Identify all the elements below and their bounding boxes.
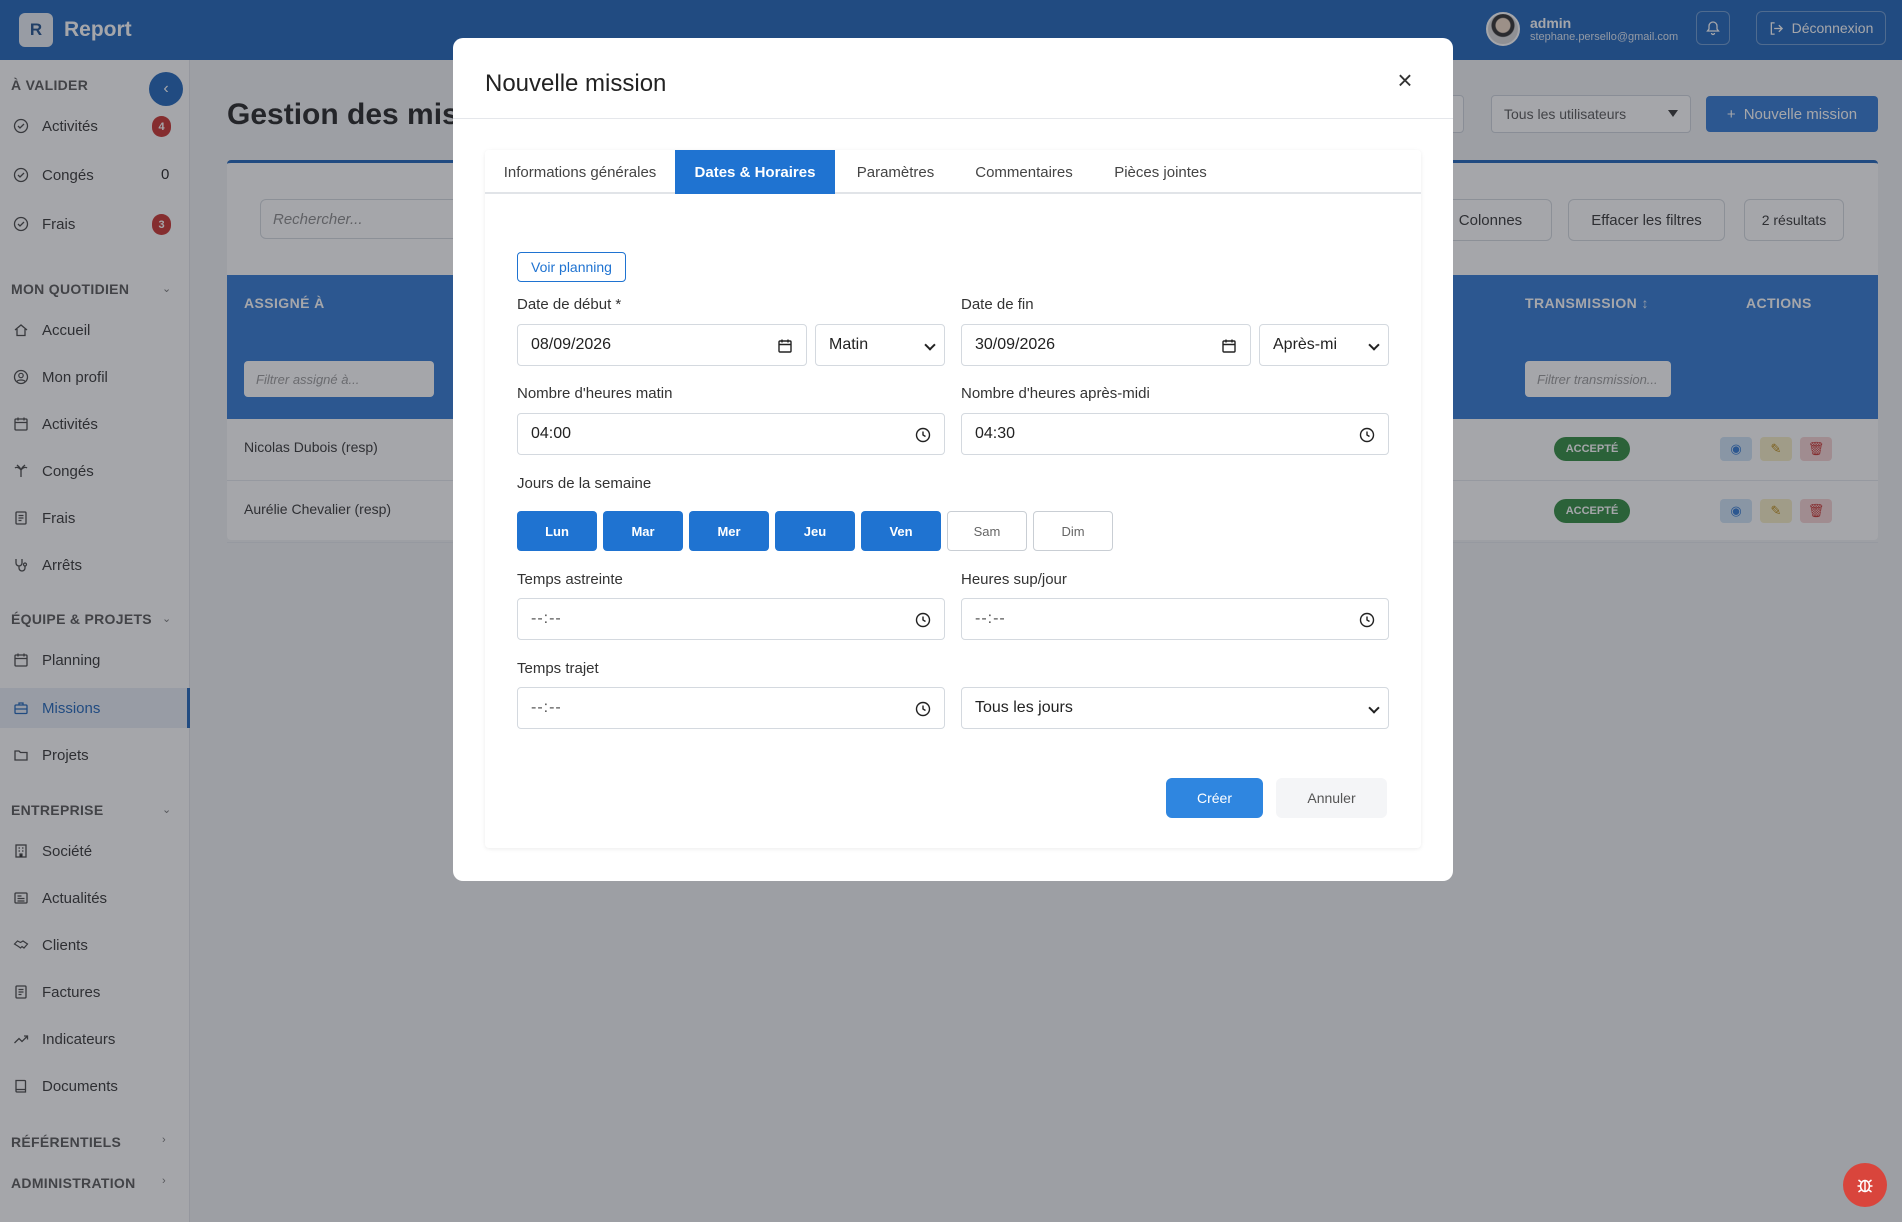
heures-apres-midi-input[interactable]: 04:30: [961, 413, 1389, 455]
temps-trajet-value: --:--: [531, 699, 562, 716]
clock-icon: [915, 701, 931, 717]
date-debut-period-select[interactable]: Matin: [815, 324, 945, 366]
temps-astreinte-input[interactable]: --:--: [517, 598, 945, 640]
frequence-select[interactable]: Tous les jours: [961, 687, 1389, 729]
modal-divider: [453, 118, 1453, 119]
cancel-button[interactable]: Annuler: [1276, 778, 1387, 818]
modal-title: Nouvelle mission: [485, 70, 667, 97]
calendar-icon: [778, 339, 792, 353]
bug-icon: [1857, 1179, 1873, 1193]
day-toggle-jeu[interactable]: Jeu: [775, 511, 855, 551]
date-fin-label: Date de fin: [961, 296, 1034, 313]
heures-matin-value: 04:00: [531, 425, 572, 442]
bug-report-button[interactable]: [1843, 1163, 1887, 1207]
create-button[interactable]: Créer: [1166, 778, 1263, 818]
heures-sup-value: --:--: [975, 610, 1006, 627]
temps-trajet-label: Temps trajet: [517, 660, 599, 677]
chevron-down-icon: [1368, 702, 1380, 714]
tab-pieces-jointes[interactable]: Pièces jointes: [1092, 150, 1229, 194]
frequence-value: Tous les jours: [975, 699, 1073, 716]
day-toggle-lun[interactable]: Lun: [517, 511, 597, 551]
date-debut-label: Date de début *: [517, 296, 622, 313]
tab-parametres[interactable]: Paramètres: [835, 150, 956, 194]
clock-icon: [915, 427, 931, 443]
tab-informations-generales[interactable]: Informations générales: [485, 150, 675, 194]
chevron-down-icon: [924, 339, 936, 351]
heures-matin-input[interactable]: 04:00: [517, 413, 945, 455]
heures-matin-label: Nombre d'heures matin: [517, 385, 673, 402]
date-debut-value: 08/09/2026: [531, 336, 612, 353]
voir-planning-button[interactable]: Voir planning: [517, 252, 626, 282]
date-debut-input[interactable]: 08/09/2026: [517, 324, 807, 366]
day-toggle-ven[interactable]: Ven: [861, 511, 941, 551]
date-fin-input[interactable]: 30/09/2026: [961, 324, 1251, 366]
clock-icon: [1359, 612, 1375, 628]
heures-sup-label: Heures sup/jour: [961, 571, 1067, 588]
day-toggle-dim[interactable]: Dim: [1033, 511, 1113, 551]
heures-apres-midi-value: 04:30: [975, 425, 1016, 442]
modal-panel: Informations générales Dates & Horaires …: [485, 150, 1421, 848]
temps-astreinte-label: Temps astreinte: [517, 571, 623, 588]
calendar-icon: [1222, 339, 1236, 353]
temps-astreinte-value: --:--: [531, 610, 562, 627]
date-debut-period-value: Matin: [829, 336, 869, 353]
tab-dates-horaires[interactable]: Dates & Horaires: [675, 150, 835, 194]
clock-icon: [915, 612, 931, 628]
heures-apres-midi-label: Nombre d'heures après-midi: [961, 385, 1150, 402]
day-toggle-mar[interactable]: Mar: [603, 511, 683, 551]
clock-icon: [1359, 427, 1375, 443]
close-button[interactable]: ×: [1391, 64, 1419, 95]
tab-commentaires[interactable]: Commentaires: [956, 150, 1092, 194]
temps-trajet-input[interactable]: --:--: [517, 687, 945, 729]
jours-label: Jours de la semaine: [517, 475, 652, 492]
modal-tabs: Informations générales Dates & Horaires …: [485, 150, 1421, 194]
date-fin-period-select[interactable]: Après-mi: [1259, 324, 1389, 366]
date-fin-period-value: Après-mi: [1273, 336, 1338, 353]
chevron-down-icon: [1368, 339, 1380, 351]
date-fin-value: 30/09/2026: [975, 336, 1056, 353]
day-toggle-mer[interactable]: Mer: [689, 511, 769, 551]
day-toggle-sam[interactable]: Sam: [947, 511, 1027, 551]
new-mission-modal: Nouvelle mission × Informations générale…: [453, 38, 1453, 881]
heures-sup-input[interactable]: --:--: [961, 598, 1389, 640]
close-icon: ×: [1397, 64, 1413, 95]
